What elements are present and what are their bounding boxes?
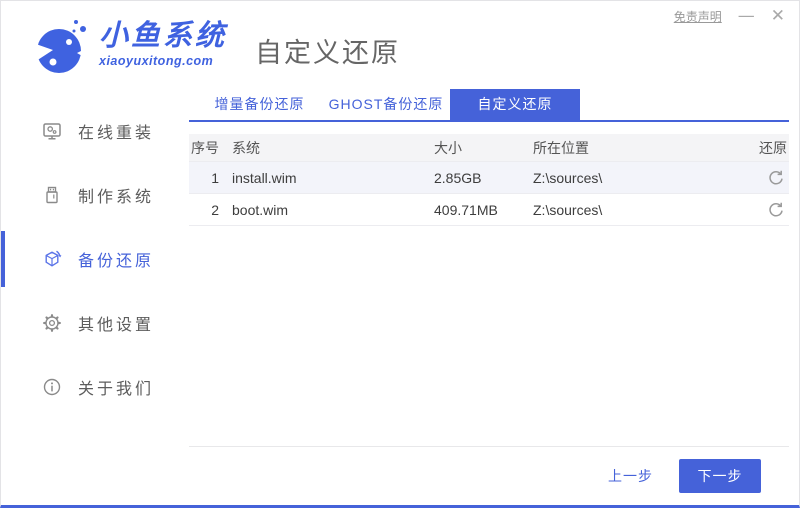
- col-header-location: 所在位置: [533, 139, 589, 156]
- sidebar-item-label: 关于我们: [78, 381, 155, 398]
- backup-table: 序号 系统 大小 所在位置 还原 1 install.wim 2.85GB Z:…: [189, 134, 789, 226]
- page-title: 自定义还原: [255, 37, 401, 68]
- sidebar-item-backup-restore[interactable]: 备份还原: [1, 227, 189, 291]
- refresh-icon: [769, 202, 783, 216]
- sidebar-item-make-system[interactable]: 制作系统: [1, 163, 189, 227]
- app-window: 小鱼系统 xiaoyuxitong.com 自定义还原 免责声明 — ✕ 在线重…: [0, 0, 800, 508]
- table-header-row: 序号 系统 大小 所在位置 还原: [189, 134, 789, 162]
- brand-logo: 小鱼系统 xiaoyuxitong.com: [33, 15, 227, 75]
- usb-icon: [46, 186, 58, 204]
- next-step-button[interactable]: 下一步: [679, 459, 761, 493]
- sidebar-item-other-settings[interactable]: 其他设置: [1, 291, 189, 355]
- sidebar: 在线重装 制作系统 备份还原 其他设置 关于我们: [1, 89, 189, 505]
- tab-bar: 增量备份还原 GHOST备份还原 自定义还原: [189, 89, 789, 122]
- disclaimer-link[interactable]: 免责声明: [674, 8, 722, 25]
- table-row: 1 install.wim 2.85GB Z:\sources\: [189, 162, 789, 194]
- sidebar-item-label: 在线重装: [78, 125, 155, 142]
- sidebar-item-label: 备份还原: [78, 253, 155, 270]
- refresh-icon: [769, 170, 783, 184]
- minimize-icon[interactable]: —: [738, 8, 755, 25]
- sidebar-item-about-us[interactable]: 关于我们: [1, 355, 189, 419]
- content-panel: 增量备份还原 GHOST备份还原 自定义还原 序号 系统 大小 所在位置 还原 …: [189, 89, 799, 505]
- main-body: 在线重装 制作系统 备份还原 其他设置 关于我们 增量备份还原 GHOST备份还…: [1, 89, 799, 505]
- gear-icon: [43, 314, 61, 332]
- table-row: 2 boot.wim 409.71MB Z:\sources\: [189, 194, 789, 226]
- window-controls: 免责声明 — ✕: [674, 8, 785, 25]
- close-icon[interactable]: ✕: [771, 8, 785, 25]
- tab-custom-restore[interactable]: 自定义还原: [450, 89, 580, 120]
- cell-location: Z:\sources\: [533, 201, 603, 218]
- col-header-index: 序号: [191, 139, 219, 156]
- brand-name: 小鱼系统: [99, 20, 228, 53]
- cell-system: install.wim: [232, 169, 297, 186]
- cell-index: 2: [211, 201, 219, 218]
- brand-text: 小鱼系统 xiaoyuxitong.com: [99, 22, 227, 68]
- header: 小鱼系统 xiaoyuxitong.com 自定义还原 免责声明 — ✕: [1, 1, 799, 89]
- sidebar-item-label: 制作系统: [78, 189, 155, 206]
- sidebar-item-online-reinstall[interactable]: 在线重装: [1, 99, 189, 163]
- info-icon: [43, 378, 61, 396]
- previous-step-button[interactable]: 上一步: [608, 466, 653, 486]
- footer-bar: 上一步 下一步: [189, 446, 789, 505]
- cell-location: Z:\sources\: [533, 169, 603, 186]
- restore-button[interactable]: [765, 199, 787, 221]
- tab-incremental-backup-restore[interactable]: 增量备份还原: [197, 89, 322, 120]
- cell-system: boot.wim: [232, 201, 289, 218]
- col-header-system: 系统: [232, 139, 260, 156]
- fish-logo-icon: [33, 20, 89, 73]
- col-header-restore: 还原: [759, 139, 787, 156]
- cell-index: 1: [211, 169, 219, 186]
- restore-button[interactable]: [765, 167, 787, 189]
- sidebar-item-label: 其他设置: [78, 317, 155, 334]
- backup-cube-icon: [45, 250, 62, 267]
- tab-ghost-backup-restore[interactable]: GHOST备份还原: [322, 89, 450, 120]
- col-header-size: 大小: [434, 139, 462, 156]
- brand-domain: xiaoyuxitong.com: [99, 54, 214, 69]
- cell-size: 2.85GB: [434, 169, 482, 186]
- cell-size: 409.71MB: [434, 201, 498, 218]
- monitor-icon: [43, 123, 61, 140]
